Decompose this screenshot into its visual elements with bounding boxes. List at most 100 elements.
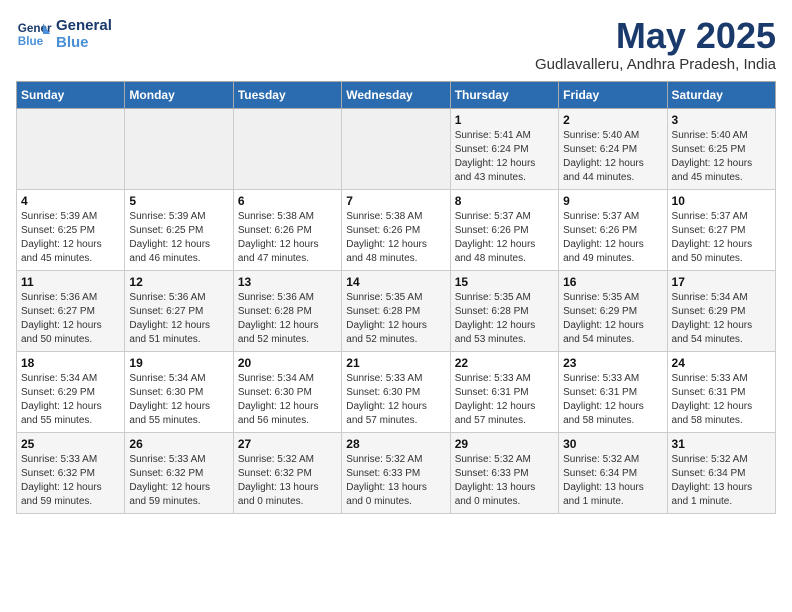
calendar-cell: 8 Sunrise: 5:37 AM Sunset: 6:26 PM Daylig… [450,189,558,270]
calendar-cell: 1 Sunrise: 5:41 AM Sunset: 6:24 PM Daylig… [450,108,558,189]
cell-content: Sunrise: 5:40 AM Sunset: 6:24 PM Dayligh… [563,129,662,185]
calendar-cell [233,108,341,189]
cell-content: Sunrise: 5:33 AM Sunset: 6:31 PM Dayligh… [563,372,662,428]
cell-content: Sunrise: 5:36 AM Sunset: 6:28 PM Dayligh… [238,291,337,347]
cell-content: Sunrise: 5:33 AM Sunset: 6:32 PM Dayligh… [21,453,120,509]
logo-line2: Blue [56,34,112,51]
day-number: 23 [563,356,662,370]
cell-content: Sunrise: 5:35 AM Sunset: 6:29 PM Dayligh… [563,291,662,347]
cell-content: Sunrise: 5:36 AM Sunset: 6:27 PM Dayligh… [129,291,228,347]
day-number: 2 [563,113,662,127]
cell-content: Sunrise: 5:41 AM Sunset: 6:24 PM Dayligh… [455,129,554,185]
day-header-friday: Friday [559,81,667,108]
cell-content: Sunrise: 5:36 AM Sunset: 6:27 PM Dayligh… [21,291,120,347]
cell-content: Sunrise: 5:37 AM Sunset: 6:27 PM Dayligh… [672,210,771,266]
cell-content: Sunrise: 5:33 AM Sunset: 6:32 PM Dayligh… [129,453,228,509]
day-number: 1 [455,113,554,127]
header: General Blue General Blue May 2025 Gudla… [16,16,776,73]
calendar-cell: 13 Sunrise: 5:36 AM Sunset: 6:28 PM Dayli… [233,270,341,351]
day-number: 7 [346,194,445,208]
day-number: 21 [346,356,445,370]
day-number: 30 [563,437,662,451]
day-header-thursday: Thursday [450,81,558,108]
logo: General Blue General Blue [16,16,112,52]
cell-content: Sunrise: 5:39 AM Sunset: 6:25 PM Dayligh… [129,210,228,266]
day-number: 9 [563,194,662,208]
day-number: 17 [672,275,771,289]
calendar-cell: 11 Sunrise: 5:36 AM Sunset: 6:27 PM Dayli… [17,270,125,351]
calendar-cell: 24 Sunrise: 5:33 AM Sunset: 6:31 PM Dayli… [667,351,775,432]
logo-line1: General [56,17,112,34]
calendar-cell [17,108,125,189]
cell-content: Sunrise: 5:39 AM Sunset: 6:25 PM Dayligh… [21,210,120,266]
calendar-cell [342,108,450,189]
calendar-cell: 5 Sunrise: 5:39 AM Sunset: 6:25 PM Daylig… [125,189,233,270]
calendar-cell: 2 Sunrise: 5:40 AM Sunset: 6:24 PM Daylig… [559,108,667,189]
calendar-cell: 26 Sunrise: 5:33 AM Sunset: 6:32 PM Dayli… [125,432,233,513]
cell-content: Sunrise: 5:34 AM Sunset: 6:29 PM Dayligh… [672,291,771,347]
day-header-tuesday: Tuesday [233,81,341,108]
calendar-cell: 12Sunrise: 5:36 AM Sunset: 6:27 PM Dayli… [125,270,233,351]
calendar-cell: 3 Sunrise: 5:40 AM Sunset: 6:25 PM Daylig… [667,108,775,189]
calendar-cell: 4 Sunrise: 5:39 AM Sunset: 6:25 PM Daylig… [17,189,125,270]
cell-content: Sunrise: 5:37 AM Sunset: 6:26 PM Dayligh… [563,210,662,266]
day-number: 10 [672,194,771,208]
day-number: 26 [129,437,228,451]
cell-content: Sunrise: 5:37 AM Sunset: 6:26 PM Dayligh… [455,210,554,266]
cell-content: Sunrise: 5:32 AM Sunset: 6:34 PM Dayligh… [563,453,662,509]
calendar-cell: 7 Sunrise: 5:38 AM Sunset: 6:26 PM Daylig… [342,189,450,270]
day-number: 22 [455,356,554,370]
cell-content: Sunrise: 5:34 AM Sunset: 6:30 PM Dayligh… [238,372,337,428]
cell-content: Sunrise: 5:35 AM Sunset: 6:28 PM Dayligh… [455,291,554,347]
day-number: 5 [129,194,228,208]
day-header-sunday: Sunday [17,81,125,108]
calendar-cell: 25 Sunrise: 5:33 AM Sunset: 6:32 PM Dayli… [17,432,125,513]
day-number: 20 [238,356,337,370]
cell-content: Sunrise: 5:34 AM Sunset: 6:29 PM Dayligh… [21,372,120,428]
calendar-cell: 10 Sunrise: 5:37 AM Sunset: 6:27 PM Dayli… [667,189,775,270]
calendar-cell: 15 Sunrise: 5:35 AM Sunset: 6:28 PM Dayli… [450,270,558,351]
day-number: 13 [238,275,337,289]
day-number: 29 [455,437,554,451]
cell-content: Sunrise: 5:35 AM Sunset: 6:28 PM Dayligh… [346,291,445,347]
cell-content: Sunrise: 5:40 AM Sunset: 6:25 PM Dayligh… [672,129,771,185]
day-number: 8 [455,194,554,208]
day-header-monday: Monday [125,81,233,108]
day-number: 18 [21,356,120,370]
cell-content: Sunrise: 5:38 AM Sunset: 6:26 PM Dayligh… [346,210,445,266]
calendar-cell: 23 Sunrise: 5:33 AM Sunset: 6:31 PM Dayli… [559,351,667,432]
subtitle: Gudlavalleru, Andhra Pradesh, India [535,56,776,73]
logo-icon: General Blue [16,16,52,52]
calendar-cell: 19Sunrise: 5:34 AM Sunset: 6:30 PM Dayli… [125,351,233,432]
calendar-cell: 16 Sunrise: 5:35 AM Sunset: 6:29 PM Dayli… [559,270,667,351]
cell-content: Sunrise: 5:32 AM Sunset: 6:33 PM Dayligh… [346,453,445,509]
main-title: May 2025 [535,16,776,56]
day-number: 24 [672,356,771,370]
cell-content: Sunrise: 5:38 AM Sunset: 6:26 PM Dayligh… [238,210,337,266]
day-number: 4 [21,194,120,208]
cell-content: Sunrise: 5:32 AM Sunset: 6:34 PM Dayligh… [672,453,771,509]
day-number: 11 [21,275,120,289]
calendar-cell: 21Sunrise: 5:33 AM Sunset: 6:30 PM Dayli… [342,351,450,432]
calendar-cell: 27Sunrise: 5:32 AM Sunset: 6:32 PM Dayli… [233,432,341,513]
day-number: 3 [672,113,771,127]
calendar-cell: 20 Sunrise: 5:34 AM Sunset: 6:30 PM Dayli… [233,351,341,432]
calendar-cell: 31Sunrise: 5:32 AM Sunset: 6:34 PM Dayli… [667,432,775,513]
cell-content: Sunrise: 5:34 AM Sunset: 6:30 PM Dayligh… [129,372,228,428]
day-number: 28 [346,437,445,451]
cell-content: Sunrise: 5:33 AM Sunset: 6:31 PM Dayligh… [672,372,771,428]
day-number: 15 [455,275,554,289]
cell-content: Sunrise: 5:32 AM Sunset: 6:32 PM Dayligh… [238,453,337,509]
day-header-wednesday: Wednesday [342,81,450,108]
calendar-cell: 9 Sunrise: 5:37 AM Sunset: 6:26 PM Daylig… [559,189,667,270]
calendar-cell: 28 Sunrise: 5:32 AM Sunset: 6:33 PM Dayli… [342,432,450,513]
calendar-table: SundayMondayTuesdayWednesdayThursdayFrid… [16,81,776,514]
calendar-cell [125,108,233,189]
calendar-cell: 18 Sunrise: 5:34 AM Sunset: 6:29 PM Dayli… [17,351,125,432]
svg-text:Blue: Blue [18,35,44,48]
title-area: May 2025 Gudlavalleru, Andhra Pradesh, I… [535,16,776,73]
calendar-cell: 14Sunrise: 5:35 AM Sunset: 6:28 PM Dayli… [342,270,450,351]
day-number: 16 [563,275,662,289]
calendar-cell: 30 Sunrise: 5:32 AM Sunset: 6:34 PM Dayli… [559,432,667,513]
day-number: 25 [21,437,120,451]
